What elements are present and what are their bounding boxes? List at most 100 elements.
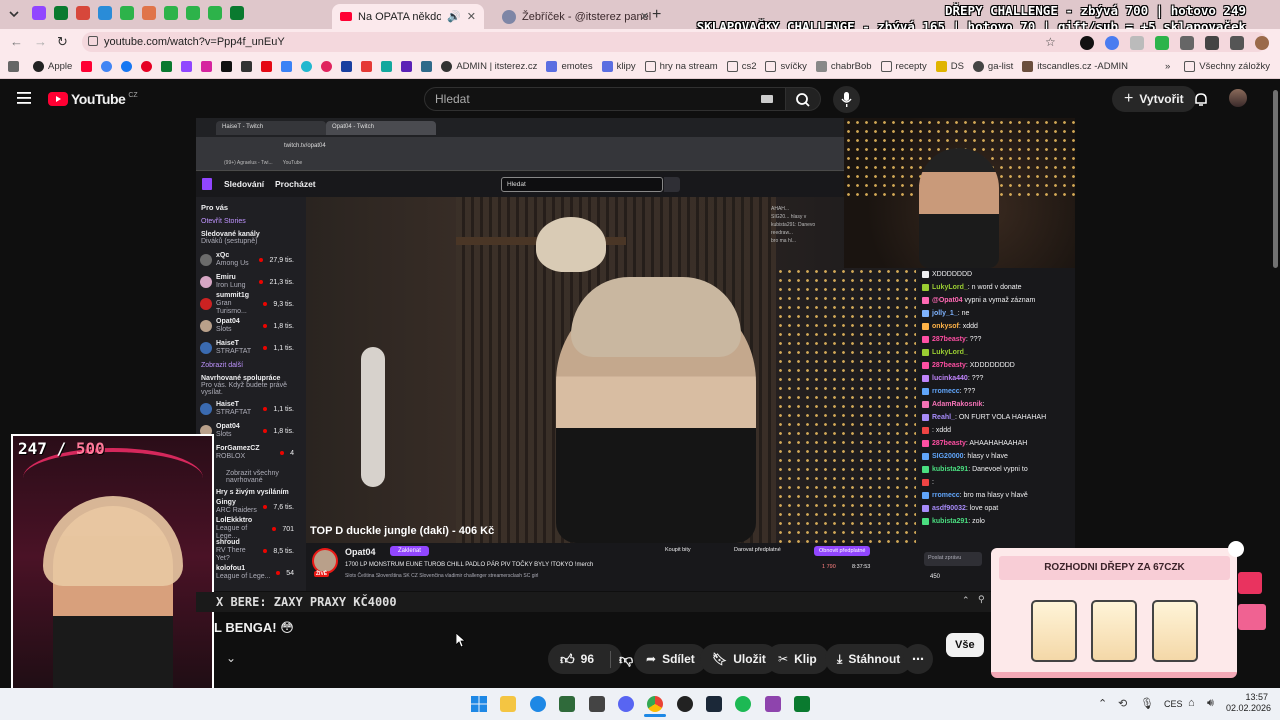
bookmark-icon[interactable] [221, 61, 233, 72]
network-icon[interactable]: ⟲ [1118, 697, 1127, 710]
app-icon[interactable] [765, 696, 781, 712]
extension-icon[interactable] [1105, 36, 1119, 50]
chip-all[interactable]: Vše [946, 633, 984, 657]
profile-avatar[interactable] [1255, 36, 1269, 50]
obs-icon[interactable] [677, 696, 693, 712]
bookmark-apple[interactable]: Apple [33, 61, 72, 72]
kick-icon[interactable] [794, 696, 810, 712]
bookmark-emotes[interactable]: emotes [546, 61, 593, 72]
hamburger-menu-icon[interactable] [17, 92, 31, 104]
clock[interactable]: 13:57 02.02.2026 [1226, 692, 1271, 714]
thumbs-down-icon[interactable]: 👎︎ [610, 650, 633, 668]
volume-icon[interactable]: 🔊︎ [1207, 697, 1214, 710]
tab-youtube-active[interactable]: Na OPATA někdo ZAVOLAL 🔊 ✕ [332, 4, 484, 29]
extension-icon[interactable] [1155, 36, 1169, 50]
puzzle-icon[interactable] [1180, 36, 1194, 50]
bookmark-icon[interactable] [161, 61, 173, 72]
page-scrollbar[interactable] [1271, 80, 1280, 688]
create-button[interactable]: + Vytvořit [1112, 86, 1196, 112]
apps-grid-icon[interactable] [8, 61, 19, 72]
calendar-tab-icon[interactable] [98, 6, 112, 20]
search-button[interactable] [785, 87, 821, 111]
sheets-tab-icon-3[interactable] [186, 6, 200, 20]
discord-icon[interactable] [618, 696, 634, 712]
bookmark-ds[interactable]: DS [935, 61, 964, 72]
media-icon[interactable] [1205, 36, 1219, 50]
avatar[interactable] [1229, 89, 1247, 107]
reload-icon[interactable]: ↻ [57, 34, 68, 50]
like-button[interactable]: 👍︎ 96 👎︎ [548, 644, 633, 674]
file-explorer-icon[interactable] [500, 696, 516, 712]
close-icon[interactable]: ✕ [467, 10, 476, 23]
close-icon[interactable]: ✕ [640, 10, 649, 23]
chevron-up-icon[interactable]: ⌃ [962, 595, 970, 606]
bookmark-galist[interactable]: ga-list [972, 61, 1013, 72]
bookmark-icon[interactable] [301, 61, 313, 72]
bookmark-icon[interactable] [81, 61, 93, 72]
start-windows-icon[interactable] [471, 696, 487, 712]
app-c-icon[interactable] [530, 696, 546, 712]
forward-icon[interactable]: → [34, 34, 47, 49]
bookmark-icon[interactable] [381, 61, 393, 72]
bookmark-icon[interactable] [101, 61, 113, 72]
bookmark-itscandles[interactable]: itscandles.cz -ADMIN [1022, 61, 1128, 72]
microphone-tray-icon[interactable]: 🎙︎ [1140, 697, 1154, 710]
bookmark-icon[interactable] [261, 61, 273, 72]
sheets-tab-icon[interactable] [120, 6, 134, 20]
bookmark-folder[interactable]: recepty [880, 61, 927, 72]
bookmark-icon[interactable] [241, 61, 253, 72]
chrome-icon[interactable] [647, 696, 663, 712]
share-button[interactable]: ➦ Sdílet [634, 644, 707, 674]
chevron-right-icon[interactable]: » [1165, 61, 1170, 72]
scrollbar-thumb[interactable] [1273, 90, 1278, 268]
bookmark-chabrbob[interactable]: chabrBob [815, 61, 872, 72]
speaker-icon[interactable]: 🔊 [447, 10, 461, 23]
bookmark-icon[interactable] [181, 61, 193, 72]
extension-icon[interactable] [1130, 36, 1144, 50]
download-button[interactable]: ⤓ Stáhnout [825, 644, 913, 674]
notifications-bell-icon[interactable] [1193, 91, 1209, 107]
bookmark-icon[interactable] [341, 61, 353, 72]
tab-zebricek[interactable]: Žebříček - @itsterez panel ✕ [494, 4, 651, 29]
tab-menu-icon[interactable] [1230, 36, 1244, 50]
app-tab-icon[interactable] [142, 6, 156, 20]
steam-icon[interactable] [706, 696, 722, 712]
voice-search-button[interactable] [833, 86, 860, 113]
keyboard-icon[interactable] [761, 95, 773, 103]
youtube-logo[interactable]: YouTube CZ [48, 91, 138, 107]
new-tab-icon[interactable]: + [652, 6, 661, 24]
bookmark-icon[interactable] [321, 61, 333, 72]
pin-icon[interactable]: ⚲ [978, 594, 985, 605]
tab-search-icon[interactable] [8, 9, 20, 19]
bookmark-folder[interactable]: hry na stream [644, 61, 718, 72]
spotify-icon[interactable] [735, 696, 751, 712]
tray-chevron-icon[interactable]: ⌃ [1098, 697, 1107, 710]
bookmark-icon[interactable] [281, 61, 293, 72]
clip-button[interactable]: ✂ Klip [766, 644, 829, 674]
bookmark-icon[interactable] [421, 61, 433, 72]
bookmark-star-icon[interactable]: ☆ [1045, 35, 1056, 49]
terminal-icon[interactable] [559, 696, 575, 712]
bookmark-admin[interactable]: ADMIN | itsterez.cz [441, 61, 537, 72]
kick-tab-icon-2[interactable] [230, 6, 244, 20]
more-actions-button[interactable]: ⋯ [903, 644, 933, 674]
twitch-tab-icon[interactable] [32, 6, 46, 20]
kick-tab-icon[interactable] [54, 6, 68, 20]
sheets-tab-icon-4[interactable] [208, 6, 222, 20]
keyboard-language[interactable]: CES [1164, 699, 1183, 709]
site-info-icon[interactable] [88, 36, 98, 46]
extension-icon[interactable] [1080, 36, 1094, 50]
app-icon[interactable] [589, 696, 605, 712]
bookmark-klipy[interactable]: klipy [601, 61, 636, 72]
bookmark-folder[interactable]: svíčky [765, 61, 807, 72]
bookmark-icon[interactable] [361, 61, 373, 72]
gmail-tab-icon[interactable] [76, 6, 90, 20]
back-icon[interactable]: ← [10, 34, 23, 49]
all-bookmarks[interactable]: Všechny záložky [1184, 61, 1270, 72]
bookmark-icon[interactable] [141, 61, 153, 72]
bookmark-icon[interactable] [401, 61, 413, 72]
chevron-down-icon[interactable]: ⌄ [226, 651, 236, 665]
bookmark-icon[interactable] [201, 61, 213, 72]
bookmark-folder[interactable]: cs2 [726, 61, 756, 72]
sheets-tab-icon-2[interactable] [164, 6, 178, 20]
